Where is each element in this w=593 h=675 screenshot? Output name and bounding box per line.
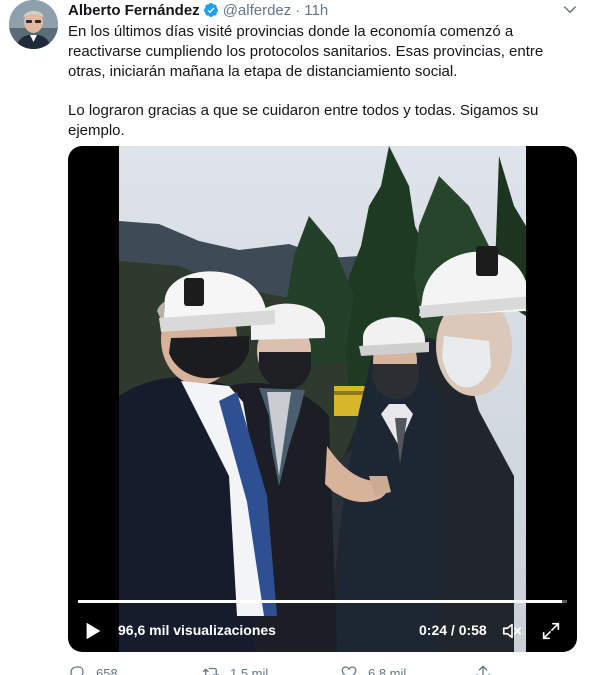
author-avatar[interactable] xyxy=(9,0,58,49)
reply-count: 658 xyxy=(96,665,118,675)
retweet-button[interactable]: 1,5 mil xyxy=(202,664,268,675)
tweet-actions: 658 1,5 mil 6,8 mil xyxy=(68,664,548,675)
video-time: 0:24 / 0:58 xyxy=(419,622,487,638)
profile-avatar-icon xyxy=(9,0,58,49)
play-icon[interactable] xyxy=(82,620,104,642)
fullscreen-icon[interactable] xyxy=(540,620,562,642)
reply-icon xyxy=(70,666,84,675)
like-count: 6,8 mil xyxy=(368,665,407,675)
tweet-text: En los últimos días visité provincias do… xyxy=(68,22,583,141)
video-frame[interactable] xyxy=(119,146,526,652)
video-progress-fill xyxy=(78,600,563,603)
tweet-paragraph-2: Lo lograron gracias a que se cuidaron en… xyxy=(68,102,539,139)
reply-button[interactable]: 658 xyxy=(68,664,118,675)
video-view-count: 96,6 mil visualizaciones xyxy=(118,622,276,638)
chevron-down-icon[interactable] xyxy=(561,1,579,19)
tweet-card[interactable]: Alberto Fernández @alferdez · 11h En los… xyxy=(0,0,593,675)
tweet-time[interactable]: 11h xyxy=(304,2,328,19)
video-player[interactable]: 96,6 mil visualizaciones 0:24 / 0:58 xyxy=(68,146,577,652)
retweet-icon xyxy=(202,667,220,675)
video-still-image xyxy=(119,146,526,652)
video-progress-track[interactable] xyxy=(78,600,567,603)
retweet-count: 1,5 mil xyxy=(230,665,269,675)
tweet-header: Alberto Fernández @alferdez · 11h xyxy=(68,0,328,20)
share-icon xyxy=(476,665,490,675)
tweet-paragraph-1: En los últimos días visité provincias do… xyxy=(68,23,544,80)
like-button[interactable]: 6,8 mil xyxy=(340,664,406,675)
share-button[interactable] xyxy=(474,664,502,675)
separator-dot: · xyxy=(295,1,301,19)
author-handle[interactable]: @alferdez xyxy=(223,2,292,19)
heart-icon xyxy=(341,666,357,675)
muted-speaker-icon[interactable] xyxy=(500,620,524,642)
verified-badge-icon xyxy=(203,2,219,18)
author-name[interactable]: Alberto Fernández xyxy=(68,2,200,19)
